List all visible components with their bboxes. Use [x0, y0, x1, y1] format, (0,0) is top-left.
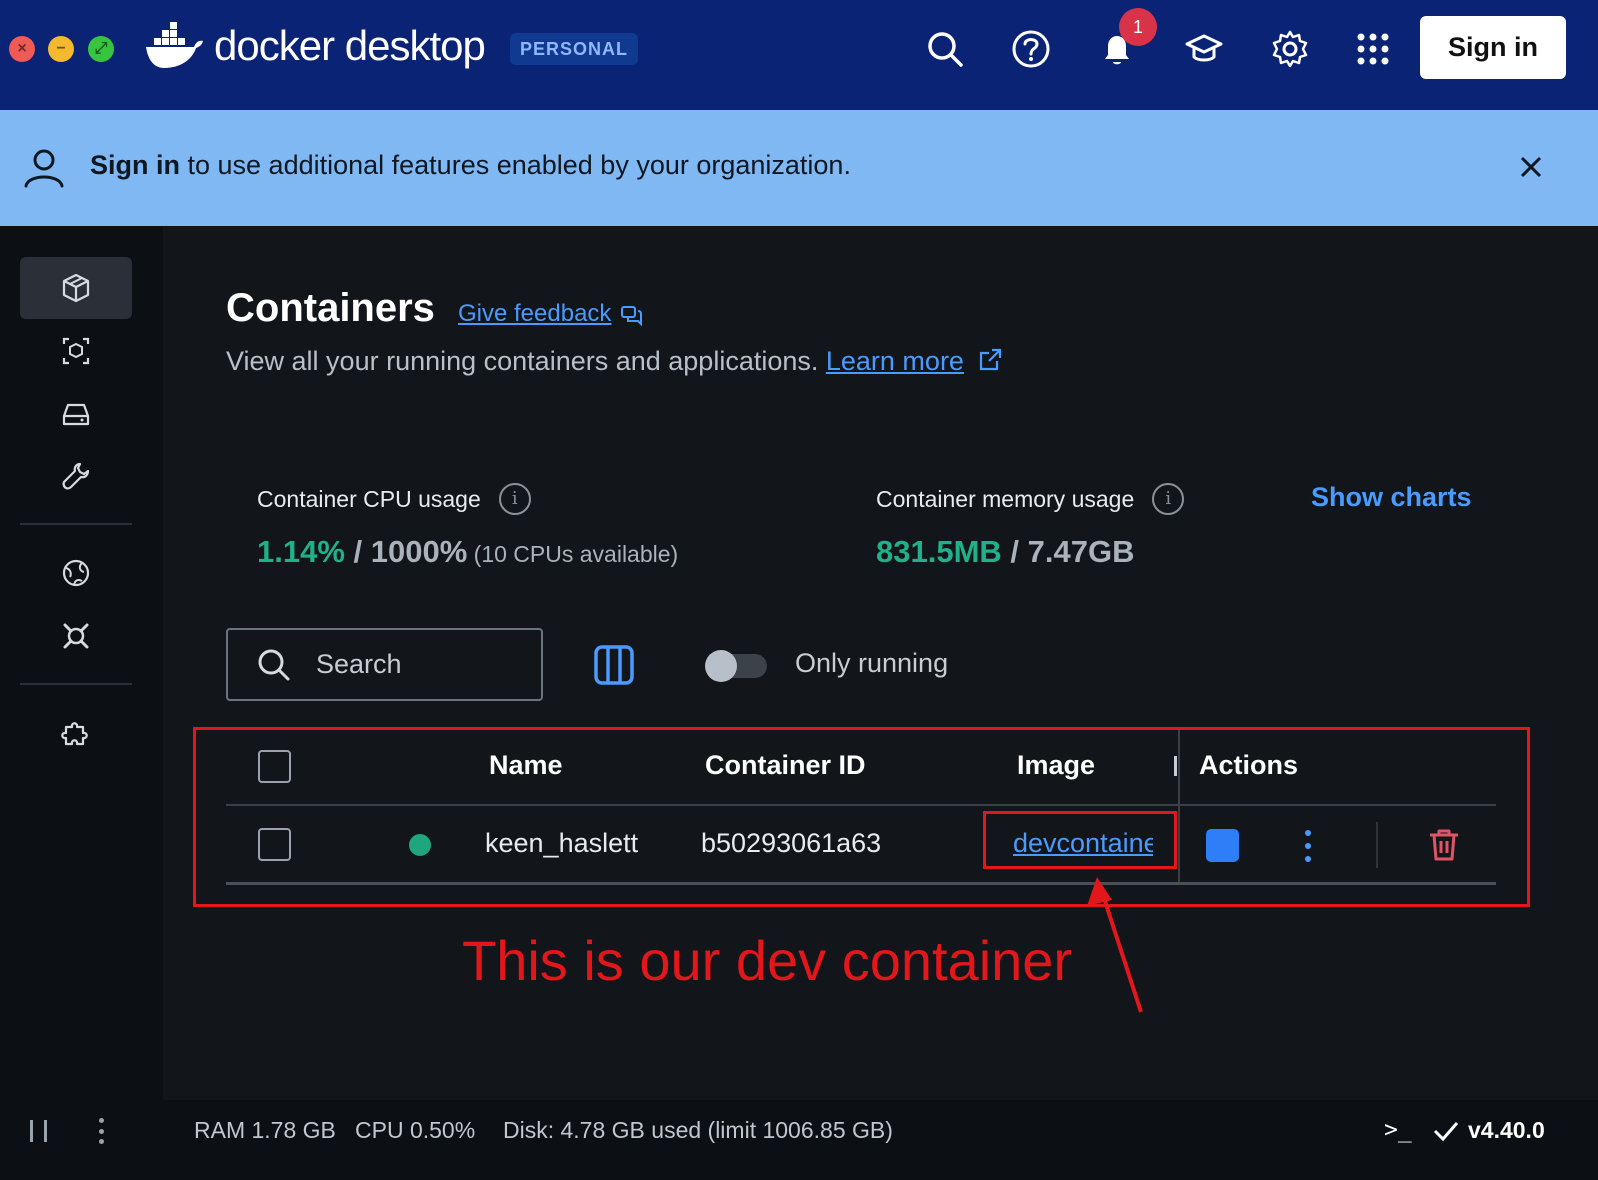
globe-icon	[62, 559, 90, 587]
cpu-usage-label-text: Container CPU usage	[257, 485, 481, 512]
learn-more-link[interactable]: Learn more	[826, 346, 964, 376]
apps-grid-icon[interactable]	[1350, 26, 1396, 72]
sidebar-divider	[20, 683, 132, 685]
memory-info-icon[interactable]: i	[1152, 483, 1185, 515]
cpu-used: 1.14%	[257, 534, 345, 569]
page-title: Containers	[226, 286, 435, 330]
give-feedback-label: Give feedback	[458, 300, 612, 327]
cpu-usage: CPU 0.50%	[355, 1117, 476, 1143]
memory-usage-value: 831.5MB / 7.47GB	[876, 534, 1134, 570]
images-icon	[62, 337, 90, 365]
annotation-image-box	[983, 811, 1177, 869]
page-subtitle: View all your running containers and app…	[226, 346, 1003, 377]
ram-usage: RAM 1.78 GB	[194, 1117, 336, 1143]
sign-in-button[interactable]: Sign in	[1420, 16, 1566, 79]
user-icon	[24, 149, 64, 188]
only-running-toggle[interactable]	[705, 650, 767, 682]
search-icon	[258, 649, 290, 680]
terminal-icon[interactable]: >_	[1384, 1117, 1412, 1143]
sidebar-toggle-icon[interactable]	[28, 1120, 52, 1142]
cpu-note: (10 CPUs available)	[467, 541, 679, 567]
toggle-knob	[705, 650, 737, 682]
brand-name: docker desktop	[214, 22, 486, 69]
scout-icon	[63, 623, 89, 649]
plan-badge: PERSONAL	[510, 33, 639, 65]
only-running-label: Only running	[795, 648, 949, 678]
memory-usage-label-text: Container memory usage	[876, 485, 1135, 512]
annotation-arrow	[1087, 877, 1143, 1013]
external-link-icon	[980, 348, 1002, 371]
containers-icon	[62, 273, 90, 303]
version-label[interactable]: v4.40.0	[1468, 1117, 1545, 1144]
feedback-chat-icon	[621, 306, 643, 326]
checkmark-icon	[1433, 1122, 1459, 1142]
cpu-usage-label: Container CPU usage i	[257, 483, 531, 515]
cpu-separator: /	[344, 534, 371, 569]
memory-total: 7.47GB	[1027, 534, 1135, 569]
memory-used: 831.5MB	[876, 534, 1002, 569]
learning-center-icon[interactable]	[1181, 26, 1227, 72]
volumes-icon	[62, 403, 90, 426]
sidebar-item-builds[interactable]	[20, 445, 132, 507]
close-window-button[interactable]: ×	[9, 36, 35, 62]
settings-gear-icon[interactable]	[1267, 26, 1313, 72]
banner-text: to use additional features enabled by yo…	[180, 150, 851, 180]
sidebar-divider	[20, 523, 132, 525]
annotation-table-box	[193, 727, 1530, 907]
sidebar-item-scout[interactable]	[20, 605, 132, 667]
disk-usage: Disk: 4.78 GB used (limit 1006.85 GB)	[503, 1117, 893, 1143]
show-charts-button[interactable]: Show charts	[1311, 482, 1472, 513]
docker-logo: docker desktop	[146, 22, 486, 70]
cpu-usage-value: 1.14% / 1000% (10 CPUs available)	[257, 534, 678, 570]
sidebar-item-images[interactable]	[20, 320, 132, 382]
banner-close-icon[interactable]	[1514, 150, 1548, 184]
extensions-puzzle-icon	[61, 722, 88, 746]
annotation-text: This is our dev container	[462, 929, 1073, 992]
notification-count-badge: 1	[1119, 8, 1157, 46]
status-more-icon[interactable]	[96, 1118, 106, 1144]
give-feedback-link[interactable]: Give feedback	[458, 300, 643, 328]
minimize-window-button[interactable]: −	[48, 36, 74, 62]
banner-message: Sign in to use additional features enabl…	[90, 150, 851, 181]
memory-usage-label: Container memory usage i	[876, 483, 1185, 515]
sidebar-item-volumes[interactable]	[20, 383, 132, 445]
help-icon[interactable]	[1008, 26, 1054, 72]
cpu-info-icon[interactable]: i	[498, 483, 531, 515]
sidebar-item-docker-hub[interactable]	[20, 542, 132, 604]
memory-separator: /	[1001, 534, 1028, 569]
search-icon[interactable]	[922, 26, 968, 72]
search-input[interactable]: Search	[226, 628, 543, 701]
cpu-total: 1000%	[370, 534, 468, 569]
search-placeholder: Search	[316, 649, 402, 679]
zoom-window-button[interactable]: ⤢	[88, 36, 114, 62]
banner-sign-in-link[interactable]: Sign in	[90, 150, 180, 180]
sidebar-item-extensions[interactable]	[20, 702, 132, 764]
wrench-icon	[62, 462, 90, 490]
table-columns-icon[interactable]	[592, 643, 636, 687]
subtitle-text: View all your running containers and app…	[226, 346, 826, 376]
docker-whale-icon	[146, 22, 203, 68]
sign-in-banner: Sign in to use additional features enabl…	[0, 110, 1598, 226]
sidebar-item-containers[interactable]	[20, 257, 132, 319]
